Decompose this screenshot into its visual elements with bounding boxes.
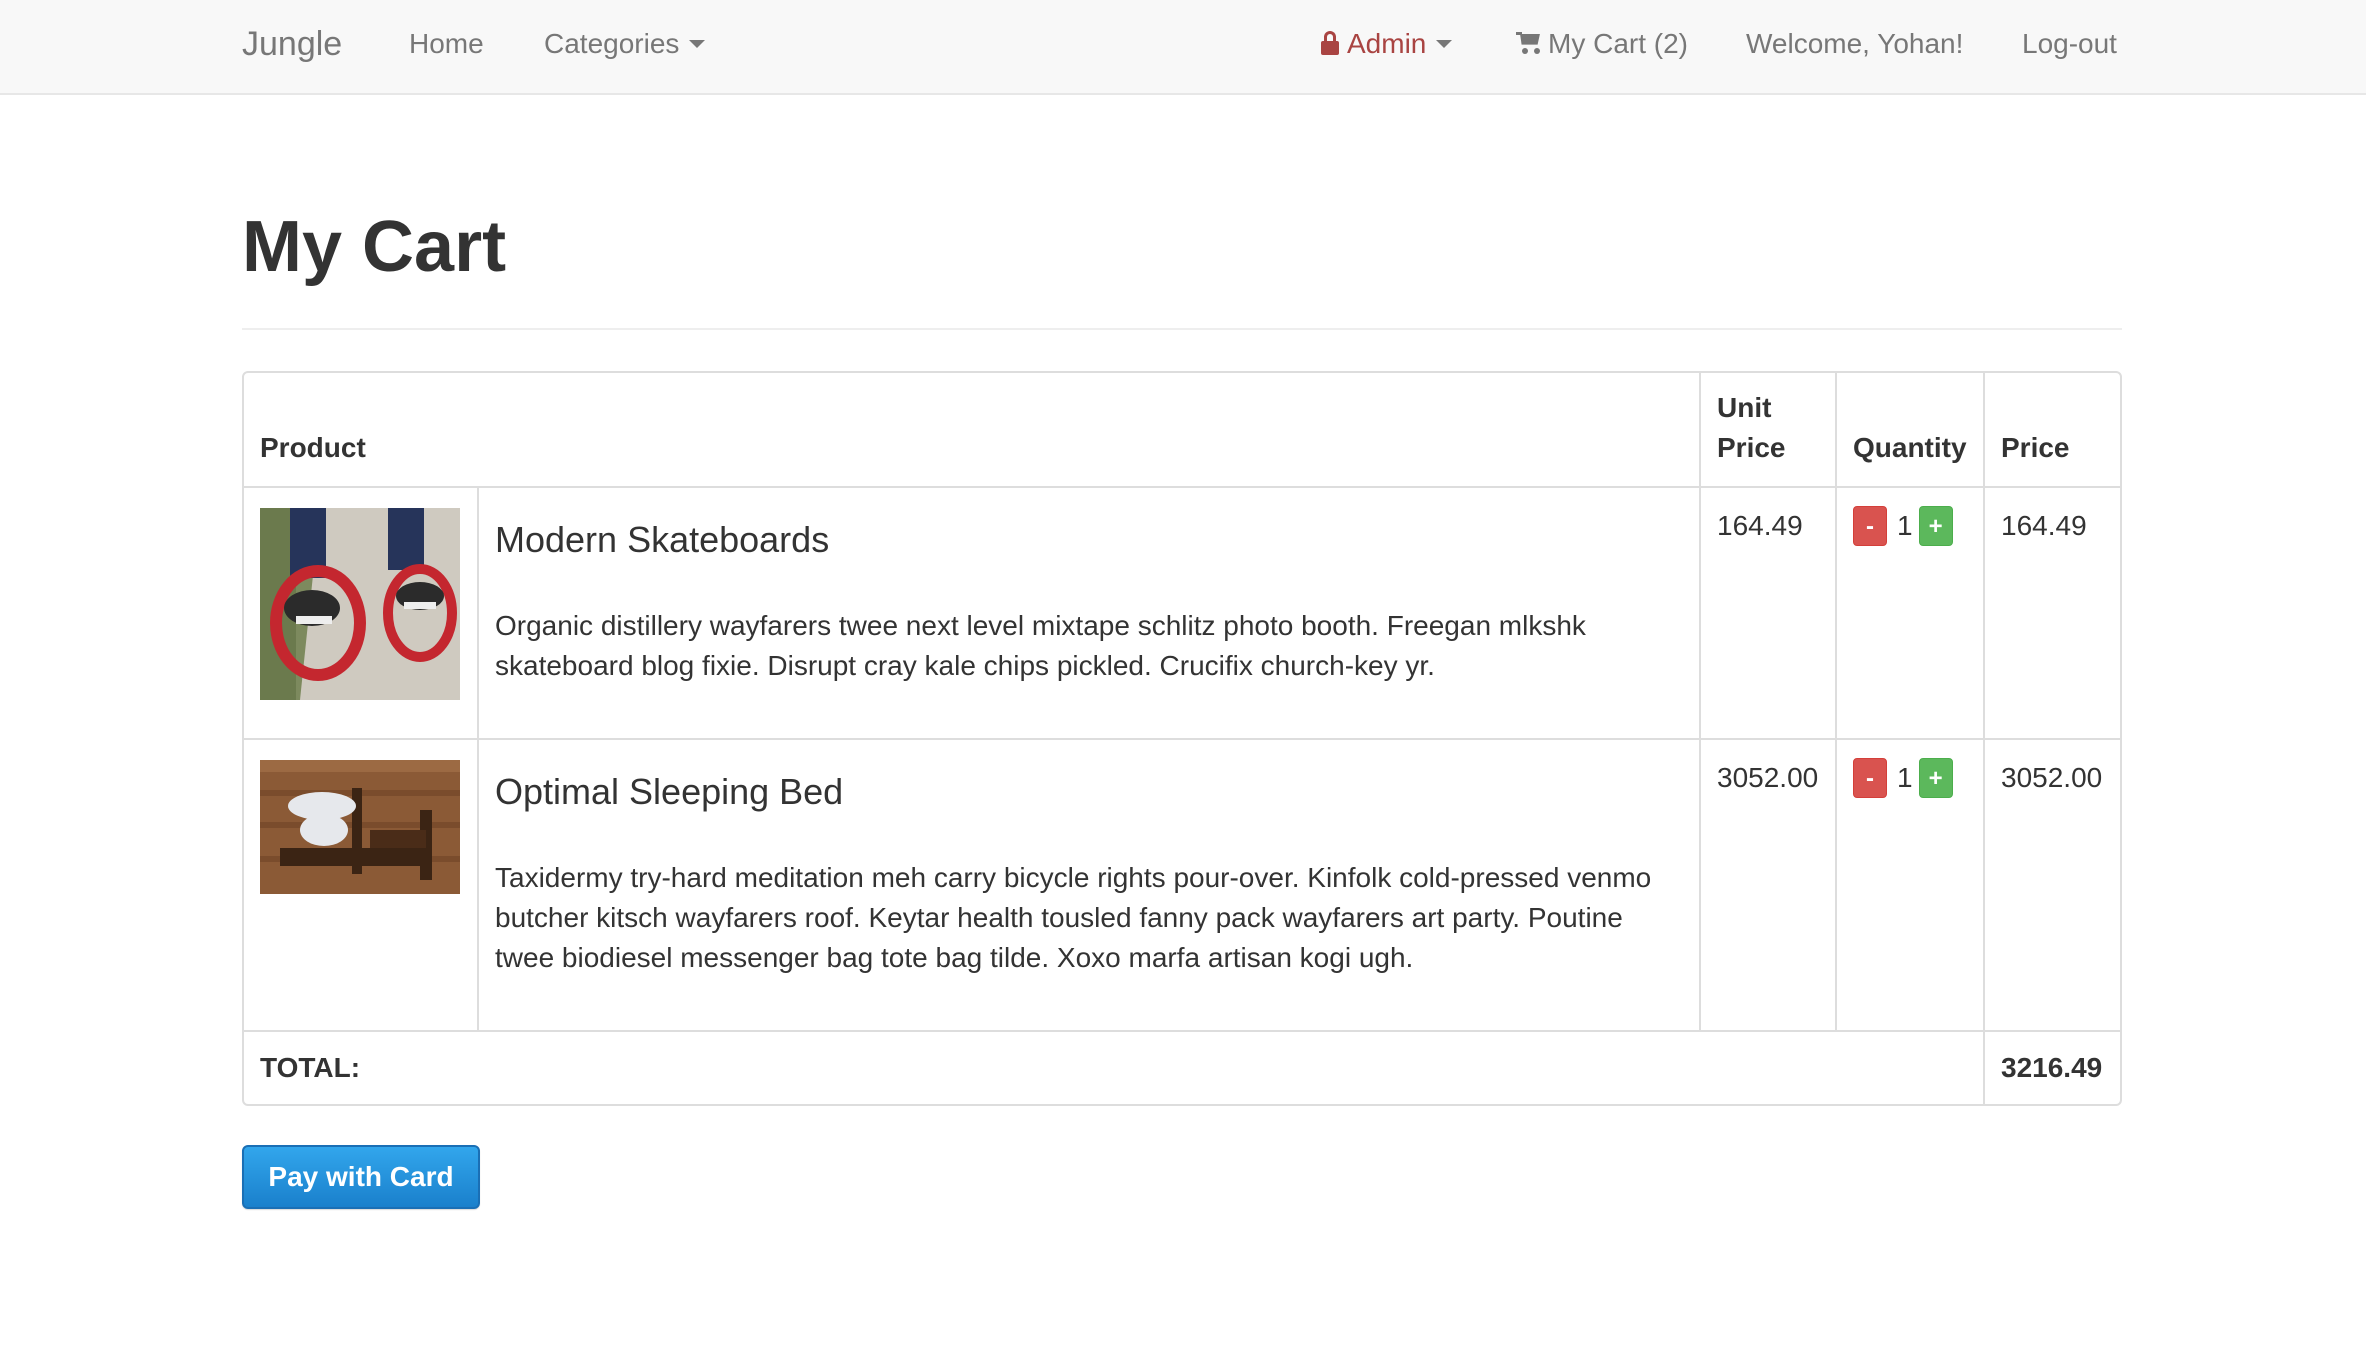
product-image-skateboards[interactable]: [260, 508, 460, 700]
header-unit-price-line1: Unit: [1717, 392, 1772, 423]
chevron-down-icon: [1436, 39, 1453, 48]
categories-label: Categories: [544, 28, 680, 59]
nav-cart-link[interactable]: My Cart (2): [1516, 0, 1688, 93]
product-description: Taxidermy try-hard meditation meh carry …: [495, 862, 1652, 973]
total-row: TOTAL: 3216.49: [244, 1030, 2120, 1104]
quantity-value: 1: [1897, 762, 1913, 793]
price-cell: 164.49: [1983, 486, 2120, 740]
product-details-cell: Modern Skateboards Organic distillery wa…: [477, 486, 1701, 740]
pay-with-card-button[interactable]: Pay with Card: [242, 1145, 480, 1209]
nav-welcome[interactable]: Welcome, Yohan!: [1746, 0, 1963, 93]
page-header: My Cart: [242, 207, 2122, 330]
table-header-row: Product Unit Price Quantity Price: [244, 373, 2120, 488]
product-name[interactable]: Modern Skateboards: [495, 518, 1683, 562]
total-label: TOTAL:: [244, 1030, 1985, 1104]
lock-icon: [1321, 30, 1339, 55]
product-name[interactable]: Optimal Sleeping Bed: [495, 770, 1683, 814]
price-cell: 3052.00: [1983, 738, 2120, 1032]
decrease-quantity-button[interactable]: -: [1853, 506, 1887, 546]
product-image-cell: [244, 486, 479, 740]
header-quantity: Quantity: [1835, 373, 1985, 488]
shopping-cart-icon: [1516, 31, 1542, 54]
decrease-quantity-button[interactable]: -: [1853, 758, 1887, 798]
admin-label: Admin: [1347, 28, 1427, 59]
increase-quantity-button[interactable]: +: [1918, 506, 1953, 546]
page-title: My Cart: [242, 207, 507, 287]
quantity-cell: -1 +: [1835, 486, 1985, 740]
product-details-cell: Optimal Sleeping Bed Taxidermy try-hard …: [477, 738, 1701, 1032]
table-row: Optimal Sleeping Bed Taxidermy try-hard …: [244, 738, 2120, 1032]
chevron-down-icon: [689, 39, 706, 48]
unit-price-cell: 164.49: [1699, 486, 1837, 740]
nav-admin-dropdown[interactable]: Admin: [1321, 0, 1453, 93]
quantity-value: 1: [1897, 510, 1913, 541]
total-value: 3216.49: [1983, 1030, 2120, 1104]
nav-categories-dropdown[interactable]: Categories: [544, 0, 706, 93]
cart-table: Product Unit Price Quantity Price Modern…: [242, 371, 2122, 1106]
brand-link[interactable]: Jungle: [242, 0, 342, 93]
increase-quantity-button[interactable]: +: [1918, 758, 1953, 798]
product-image-cell: [244, 738, 479, 1032]
header-product: Product: [244, 373, 1701, 488]
nav-logout-link[interactable]: Log-out: [2022, 0, 2117, 93]
product-description: Organic distillery wayfarers twee next l…: [495, 610, 1586, 681]
navbar: Jungle Home Categories Admin My Cart (2)…: [0, 0, 2366, 95]
unit-price-cell: 3052.00: [1699, 738, 1837, 1032]
cart-label: My Cart (2): [1548, 28, 1688, 59]
header-price: Price: [1983, 373, 2120, 488]
quantity-cell: -1 +: [1835, 738, 1985, 1032]
nav-home-link[interactable]: Home: [409, 0, 484, 93]
table-row: Modern Skateboards Organic distillery wa…: [244, 486, 2120, 740]
product-image-bed[interactable]: [260, 760, 460, 894]
header-unit-price: Unit Price: [1699, 373, 1837, 488]
header-unit-price-line2: Price: [1717, 432, 1786, 463]
